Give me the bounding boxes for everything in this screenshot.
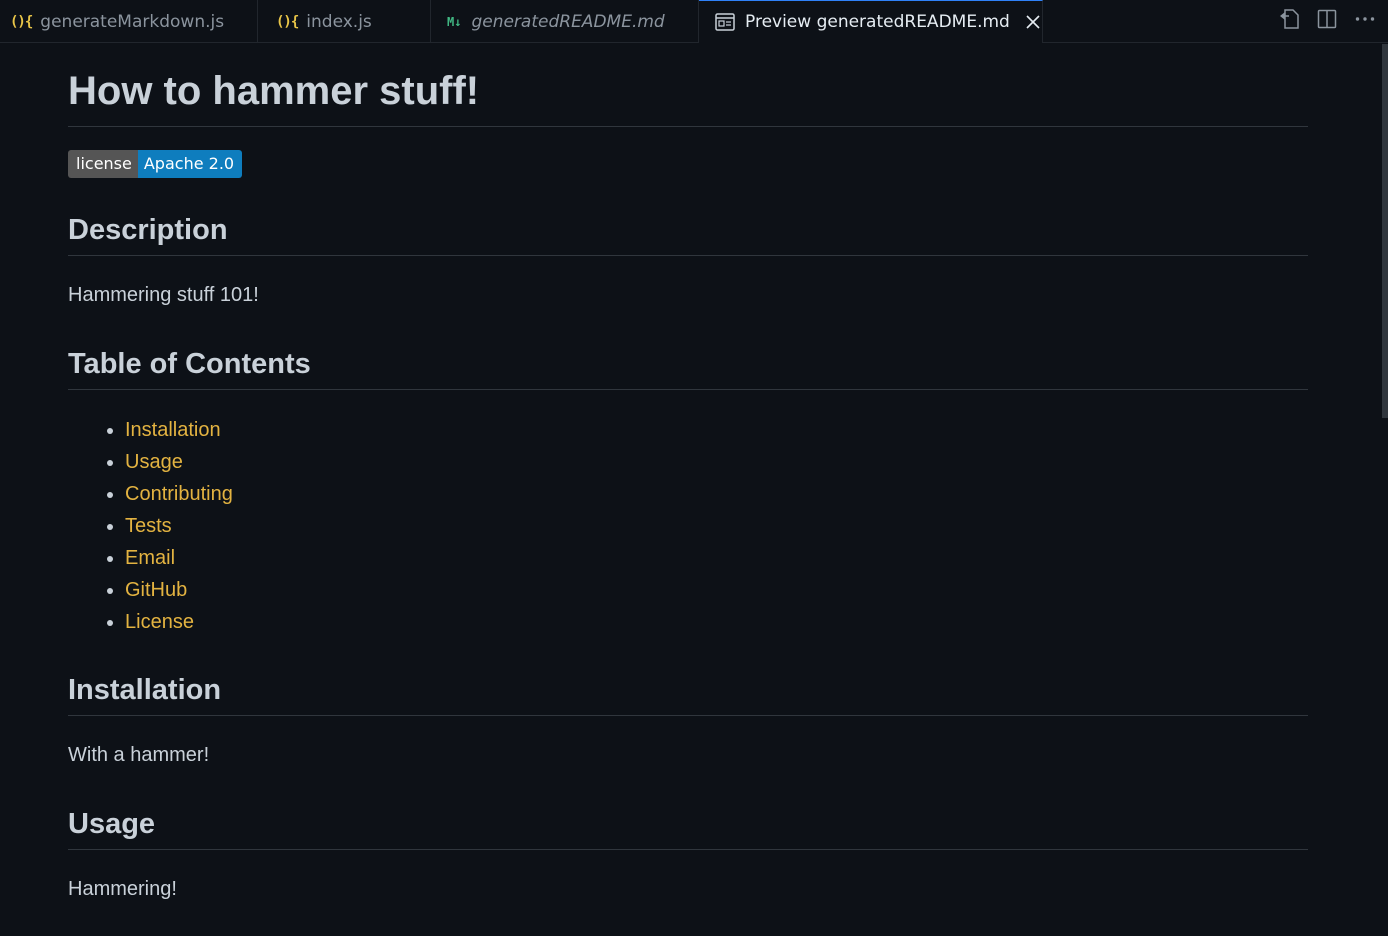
tab-label: index.js bbox=[306, 11, 372, 32]
badge-label: license bbox=[68, 150, 138, 178]
list-item: GitHub bbox=[125, 574, 1308, 606]
toc-link-github[interactable]: GitHub bbox=[125, 579, 187, 601]
close-icon[interactable] bbox=[1024, 12, 1042, 32]
tab-label: generatedREADME.md bbox=[471, 11, 665, 32]
js-file-icon: (){ bbox=[276, 13, 299, 30]
toc-link-license[interactable]: License bbox=[125, 611, 194, 633]
badge-value: Apache 2.0 bbox=[137, 150, 243, 178]
license-badge: license Apache 2.0 bbox=[68, 150, 243, 178]
list-item: License bbox=[125, 606, 1308, 638]
tab-generate-markdown-js[interactable]: (){ generateMarkdown.js bbox=[0, 0, 258, 43]
open-source-icon[interactable] bbox=[1278, 8, 1300, 30]
tab-label: generateMarkdown.js bbox=[40, 11, 225, 32]
installation-heading: Installation bbox=[68, 672, 1308, 716]
tab-generated-readme-md[interactable]: M↓ generatedREADME.md bbox=[431, 0, 699, 43]
description-text: Hammering stuff 101! bbox=[68, 284, 259, 306]
markdown-icon: M↓ bbox=[447, 14, 462, 29]
editor-tab-bar: (){ generateMarkdown.js (){ index.js M↓ … bbox=[0, 0, 1388, 43]
tab-index-js[interactable]: (){ index.js bbox=[258, 0, 431, 43]
usage-text: Hammering! bbox=[68, 878, 177, 900]
more-actions-icon[interactable] bbox=[1354, 8, 1376, 30]
list-item: Email bbox=[125, 542, 1308, 574]
split-editor-icon[interactable] bbox=[1316, 8, 1338, 30]
tab-label: Preview generatedREADME.md bbox=[745, 12, 1010, 32]
document-title: How to hammer stuff! bbox=[68, 68, 1308, 127]
usage-heading: Usage bbox=[68, 806, 1308, 850]
toc-link-contributing[interactable]: Contributing bbox=[125, 483, 233, 505]
markdown-preview: How to hammer stuff! license Apache 2.0 … bbox=[68, 44, 1308, 903]
vertical-scrollbar[interactable] bbox=[1382, 44, 1388, 418]
list-item: Usage bbox=[125, 446, 1308, 478]
tab-preview-generated-readme[interactable]: Preview generatedREADME.md bbox=[699, 0, 1043, 43]
toc-heading: Table of Contents bbox=[68, 346, 1308, 390]
list-item: Tests bbox=[125, 510, 1308, 542]
installation-text: With a hammer! bbox=[68, 744, 210, 766]
toc-link-installation[interactable]: Installation bbox=[125, 419, 221, 441]
toc-link-usage[interactable]: Usage bbox=[125, 451, 183, 473]
description-heading: Description bbox=[68, 212, 1308, 256]
list-item: Contributing bbox=[125, 478, 1308, 510]
js-file-icon: (){ bbox=[10, 13, 33, 30]
editor-actions bbox=[1278, 0, 1376, 38]
toc-link-tests[interactable]: Tests bbox=[125, 515, 172, 537]
list-item: Installation bbox=[125, 414, 1308, 446]
toc-link-email[interactable]: Email bbox=[125, 547, 175, 569]
toc-list: Installation Usage Contributing Tests Em… bbox=[68, 414, 1308, 638]
preview-icon bbox=[715, 13, 735, 31]
